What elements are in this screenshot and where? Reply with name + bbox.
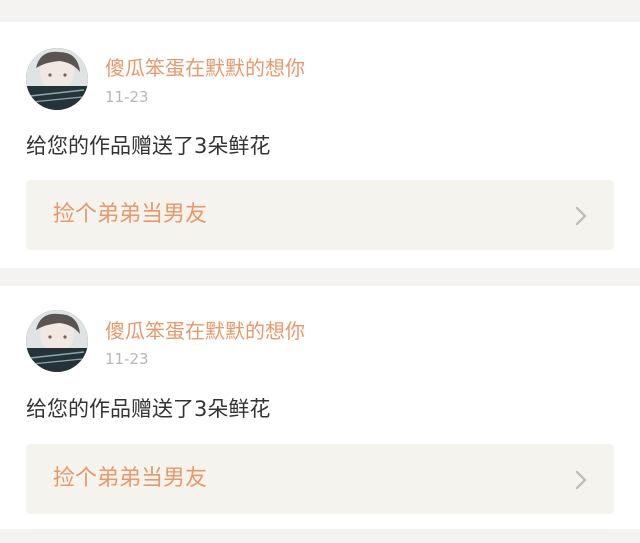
work-link[interactable]: 捡个弟弟当男友 [26,444,614,514]
work-link[interactable]: 捡个弟弟当男友 [26,180,614,250]
avatar[interactable] [26,48,88,110]
chevron-right-icon [575,206,587,226]
username[interactable]: 傻瓜笨蛋在默默的想你 [105,319,305,343]
avatar-image [26,310,88,372]
username[interactable]: 傻瓜笨蛋在默默的想你 [105,56,305,80]
timestamp: 11-23 [105,88,149,106]
notification-card: 傻瓜笨蛋在默默的想你 11-23 给您的作品赠送了3朵鲜花 捡个弟弟当男友 [0,286,640,529]
notification-feed: 傻瓜笨蛋在默默的想你 11-23 给您的作品赠送了3朵鲜花 捡个弟弟当男友 傻瓜… [0,0,640,543]
avatar-image [26,48,88,110]
notification-message: 给您的作品赠送了3朵鲜花 [26,397,271,421]
timestamp: 11-23 [105,350,149,368]
notification-message: 给您的作品赠送了3朵鲜花 [26,134,271,158]
work-title: 捡个弟弟当男友 [53,466,208,491]
chevron-right-icon [575,470,587,490]
avatar[interactable] [26,310,88,372]
work-title: 捡个弟弟当男友 [53,202,208,227]
notification-card: 傻瓜笨蛋在默默的想你 11-23 给您的作品赠送了3朵鲜花 捡个弟弟当男友 [0,22,640,268]
